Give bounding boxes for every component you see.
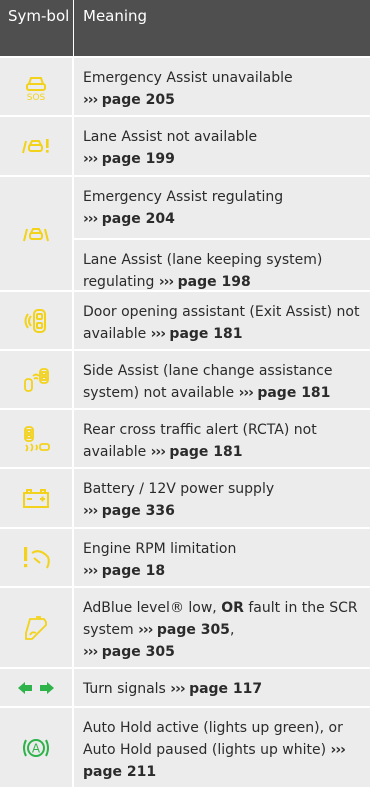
page-link[interactable]: page 211 xyxy=(83,764,156,780)
meaning-cell: Emergency Assist unavailable ››› page 20… xyxy=(83,70,293,108)
page-link[interactable]: page 336 xyxy=(102,503,175,519)
table-row: Lane Assist not available ››› page 199 xyxy=(0,115,370,175)
car-sos-icon: SOS xyxy=(0,58,74,115)
battery-icon xyxy=(0,469,74,527)
table-row: Battery / 12V power supply ››› page 336 xyxy=(0,467,370,527)
auto-hold-icon: A xyxy=(0,708,74,787)
side-assist-icon xyxy=(0,351,74,408)
table-row: Emergency Assist regulating ››› page 204… xyxy=(0,175,370,290)
turn-signals-icon xyxy=(0,669,74,706)
page-link[interactable]: page 181 xyxy=(257,385,330,401)
header-symbol: Sym-bol xyxy=(0,0,74,56)
table-row: Door opening assistant (Exit Assist) not… xyxy=(0,290,370,349)
lane-assist-warning-icon xyxy=(0,117,74,175)
engine-rpm-limit-icon xyxy=(0,529,74,586)
page-link[interactable]: page 181 xyxy=(169,444,242,460)
table-row: Side Assist (lane change assistance syst… xyxy=(0,349,370,408)
page-link[interactable]: page 117 xyxy=(189,681,262,697)
meaning-cell: AdBlue level® low, OR fault in the SCR s… xyxy=(83,600,358,660)
page-link[interactable]: page 305 xyxy=(157,622,230,638)
adblue-icon xyxy=(0,588,74,667)
meaning-cell: Auto Hold active (lights up green), or A… xyxy=(83,720,346,780)
page-link[interactable]: page 181 xyxy=(169,326,242,342)
page-link[interactable]: page 18 xyxy=(102,563,165,579)
page-link[interactable]: page 199 xyxy=(102,151,175,167)
rear-cross-traffic-icon xyxy=(0,410,74,467)
meaning-cell: Battery / 12V power supply ››› page 336 xyxy=(83,481,275,519)
meaning-cell: Emergency Assist regulating ››› page 204 xyxy=(83,189,284,227)
page-link[interactable]: page 205 xyxy=(102,92,175,108)
meaning-cell: Rear cross traffic alert (RCTA) not avai… xyxy=(83,422,317,460)
symbol-table: Sym-bol Meaning SOS Emergency Assist una… xyxy=(0,0,370,787)
table-row: Engine RPM limitation ››› page 18 xyxy=(0,527,370,586)
svg-text:A: A xyxy=(32,741,41,755)
meaning-cell: Turn signals ››› page 117 xyxy=(83,681,263,697)
exit-assist-icon xyxy=(0,292,74,349)
svg-text:SOS: SOS xyxy=(27,93,46,101)
table-header: Sym-bol Meaning xyxy=(0,0,370,56)
table-row: Turn signals ››› page 117 xyxy=(0,667,370,706)
table-row: SOS Emergency Assist unavailable ››› pag… xyxy=(0,56,370,115)
table-row: AdBlue level® low, OR fault in the SCR s… xyxy=(0,586,370,667)
table-row: Rear cross traffic alert (RCTA) not avai… xyxy=(0,408,370,467)
meaning-cell: Engine RPM limitation ››› page 18 xyxy=(83,541,237,579)
table-row: A Auto Hold active (lights up green), or… xyxy=(0,706,370,787)
meaning-cell: Door opening assistant (Exit Assist) not… xyxy=(83,304,360,342)
car-lane-regulating-icon xyxy=(0,177,74,290)
page-link[interactable]: page 204 xyxy=(102,211,175,227)
meaning-cell: Side Assist (lane change assistance syst… xyxy=(83,363,333,401)
meaning-cell: Lane Assist not available ››› page 199 xyxy=(83,129,258,167)
header-meaning: Meaning xyxy=(83,7,148,25)
page-link[interactable]: page 305 xyxy=(102,644,175,660)
page-link[interactable]: page 198 xyxy=(178,274,251,290)
